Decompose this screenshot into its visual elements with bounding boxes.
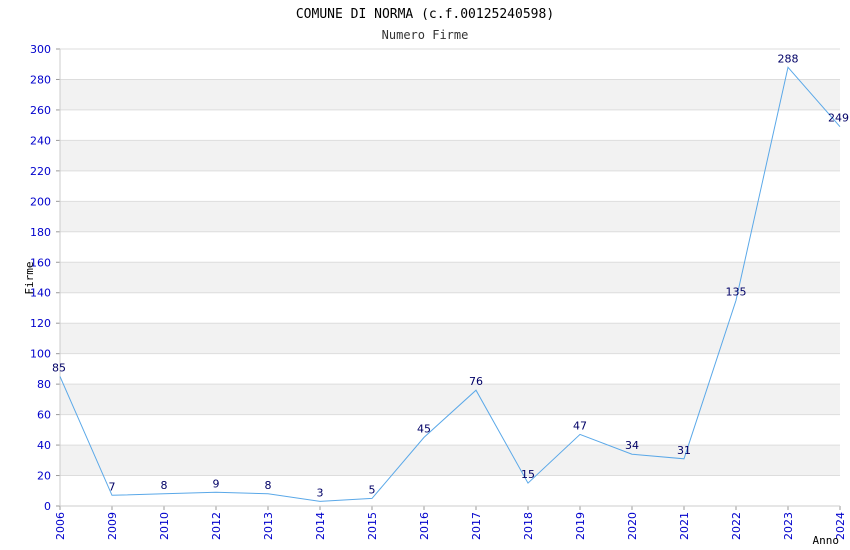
data-label: 288 [778, 52, 799, 65]
y-tick-label: 60 [37, 409, 51, 422]
x-tick-label: 2012 [210, 512, 223, 540]
data-label: 15 [521, 468, 535, 481]
x-tick-label: 2021 [678, 512, 691, 540]
x-tick-label: 2009 [106, 512, 119, 540]
data-label: 34 [625, 439, 639, 452]
y-tick-label: 120 [30, 317, 51, 330]
data-label: 76 [469, 375, 483, 388]
x-tick-label: 2023 [782, 512, 795, 540]
grid-bands [60, 79, 840, 476]
data-label: 9 [213, 477, 220, 490]
data-label: 5 [369, 483, 376, 496]
x-tick-label: 2010 [158, 512, 171, 540]
line-chart: 0204060801001201401601802002202402602803… [23, 7, 849, 547]
y-tick-label: 220 [30, 165, 51, 178]
y-tick-label: 200 [30, 195, 51, 208]
data-label: 47 [573, 419, 587, 432]
y-tick-label: 80 [37, 378, 51, 391]
y-tick-label: 240 [30, 134, 51, 147]
x-tick-label: 2016 [418, 512, 431, 540]
grid-band [60, 140, 840, 171]
data-label: 135 [726, 285, 747, 298]
data-label: 85 [52, 362, 66, 375]
data-label: 7 [109, 480, 116, 493]
y-axis-label: Firme [23, 261, 36, 294]
grid-band [60, 445, 840, 476]
y-tick-label: 40 [37, 439, 51, 452]
chart-subtitle: Numero Firme [382, 28, 469, 42]
x-tick-label: 2018 [522, 512, 535, 540]
x-tick-label: 2017 [470, 512, 483, 540]
y-tick-label: 20 [37, 470, 51, 483]
data-label: 8 [161, 479, 168, 492]
x-tick-label: 2022 [730, 512, 743, 540]
y-tick-label: 260 [30, 104, 51, 117]
x-tick-label: 2014 [314, 512, 327, 540]
y-tick-label: 180 [30, 226, 51, 239]
data-label: 249 [828, 112, 849, 125]
x-tick-label: 2013 [262, 512, 275, 540]
y-tick-label: 0 [44, 500, 51, 513]
x-tick-label: 2006 [54, 512, 67, 540]
x-axis-label: Anno [813, 534, 840, 547]
y-tick-label: 100 [30, 348, 51, 361]
grid-band [60, 384, 840, 415]
chart-title: COMUNE DI NORMA (c.f.00125240598) [296, 7, 554, 22]
x-tick-label: 2020 [626, 512, 639, 540]
grid-band [60, 262, 840, 293]
grid-band [60, 79, 840, 110]
data-label: 31 [677, 444, 691, 457]
data-label: 8 [265, 479, 272, 492]
data-label: 3 [317, 486, 324, 499]
x-tick-label: 2019 [574, 512, 587, 540]
y-tick-label: 280 [30, 73, 51, 86]
x-tick-labels: 2006 2009 2010 2012 2013 2014 2015 2016 2017 2018… [54, 512, 847, 540]
data-label: 45 [417, 422, 431, 435]
y-tick-label: 300 [30, 43, 51, 56]
grid-band [60, 201, 840, 232]
x-tick-label: 2015 [366, 512, 379, 540]
